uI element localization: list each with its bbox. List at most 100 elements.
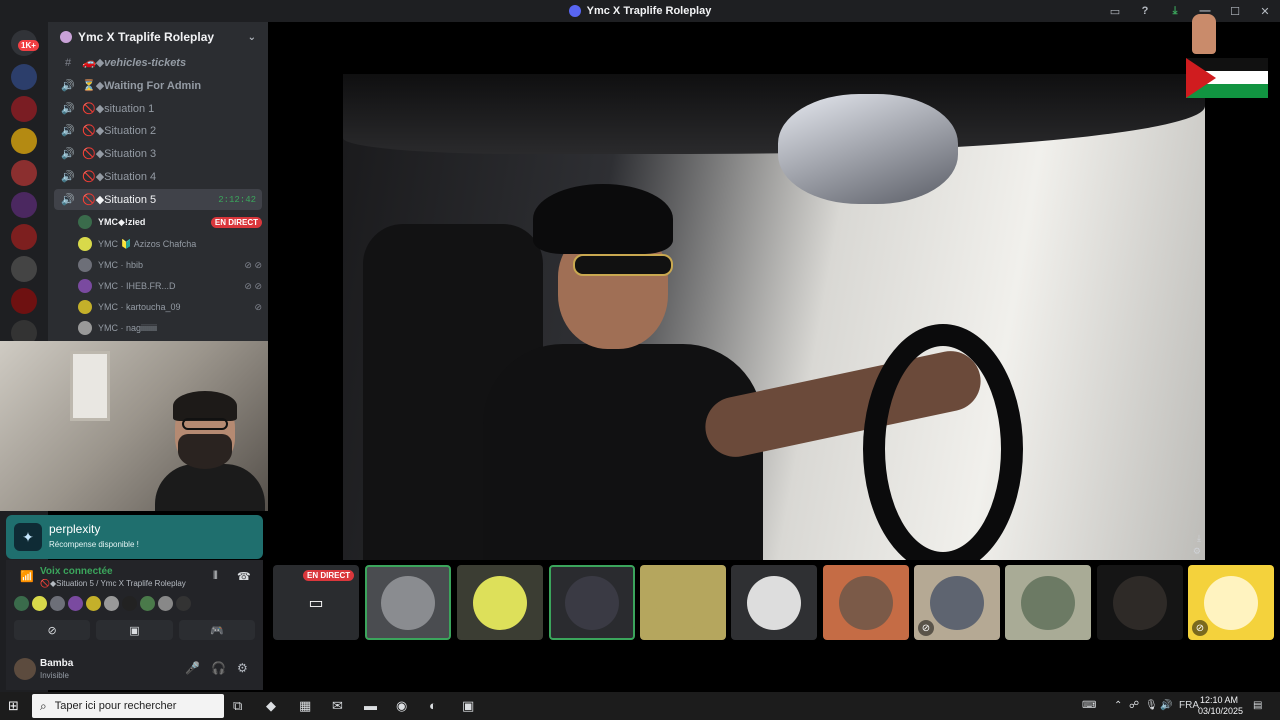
username[interactable]: Bamba bbox=[40, 658, 73, 669]
noise-suppression-icon[interactable]: ⦀ bbox=[213, 570, 218, 583]
voice-user[interactable]: YMC · nagiiiiiiii bbox=[78, 318, 262, 338]
participant-tile[interactable]: ⊘ bbox=[914, 565, 1000, 640]
notifications-icon[interactable]: ▤ bbox=[1253, 700, 1262, 711]
store-icon[interactable]: ▦ bbox=[299, 698, 311, 714]
avatar bbox=[1204, 575, 1258, 630]
signal-icon: 📶 bbox=[20, 571, 34, 583]
server-icon[interactable] bbox=[11, 128, 37, 154]
microphone-icon[interactable]: 🎙 bbox=[1145, 700, 1158, 711]
language-indicator[interactable]: FRA bbox=[1179, 700, 1199, 711]
keyboard-icon[interactable]: ⌨ bbox=[1082, 700, 1096, 711]
server-icon[interactable] bbox=[11, 160, 37, 186]
avatar bbox=[158, 596, 173, 611]
copilot-icon[interactable]: ◆ bbox=[266, 698, 276, 714]
avatar bbox=[122, 596, 137, 611]
avatar bbox=[381, 575, 435, 630]
server-icon[interactable] bbox=[11, 96, 37, 122]
channel-item[interactable]: 🔊 🚫◆situation 1 bbox=[54, 98, 262, 119]
server-icon[interactable] bbox=[11, 192, 37, 218]
gear-icon[interactable]: ⚙ bbox=[237, 661, 248, 675]
channel-item-active[interactable]: 🔊 🚫◆Situation 5 2:12:42 bbox=[54, 189, 262, 210]
microphone-icon[interactable]: 🎤 bbox=[185, 661, 200, 675]
discord-taskbar-icon[interactable]: ◐ bbox=[429, 698, 437, 713]
muted-icon: ⊘ bbox=[254, 301, 262, 312]
app-icon[interactable]: ▣ bbox=[462, 698, 474, 714]
live-badge: EN DIRECT bbox=[303, 570, 355, 581]
voice-location[interactable]: 🚫◆Situation 5 / Ymc X Traplife Roleplay bbox=[40, 579, 186, 588]
participant-tile[interactable]: ⊘ bbox=[1188, 565, 1274, 640]
file-explorer-icon[interactable]: ▬ bbox=[364, 698, 377, 713]
hash-icon: # bbox=[64, 56, 72, 69]
voice-status[interactable]: Voix connectée bbox=[40, 566, 113, 577]
windows-start-icon[interactable]: ⊞ bbox=[8, 698, 19, 714]
server-icon[interactable] bbox=[11, 288, 37, 314]
download-icon[interactable]: ⤓ bbox=[1197, 533, 1201, 544]
help-icon[interactable]: ? bbox=[1130, 5, 1160, 17]
participant-tile[interactable] bbox=[640, 565, 726, 640]
guild-header[interactable]: Ymc X Traplife Roleplay ⌄ bbox=[48, 22, 268, 52]
channel-item[interactable]: 🔊 🚫◆Situation 3 bbox=[54, 143, 262, 164]
avatar[interactable] bbox=[14, 658, 36, 680]
speaker-icon: 🔊 bbox=[61, 125, 75, 137]
channel-item[interactable]: 🔊 🚫◆Situation 4 bbox=[54, 166, 262, 187]
disconnect-icon[interactable]: ☎ bbox=[237, 570, 251, 583]
avatar bbox=[68, 596, 83, 611]
stream-tile[interactable]: EN DIRECT ▭ bbox=[273, 565, 359, 640]
taskbar-search[interactable]: ⌕ Taper ici pour rechercher bbox=[32, 694, 224, 718]
voice-user[interactable]: YMC 🔰 Azizos Chafcha bbox=[78, 234, 262, 254]
server-icon[interactable] bbox=[11, 256, 37, 282]
search-placeholder: Taper ici pour rechercher bbox=[54, 700, 177, 712]
user-status: Invisible bbox=[40, 671, 69, 680]
settings-icon[interactable]: ⚙ bbox=[1193, 546, 1201, 557]
server-icon[interactable] bbox=[11, 64, 37, 90]
avatar bbox=[1113, 575, 1167, 630]
server-icon[interactable] bbox=[11, 224, 37, 250]
edge-icon[interactable]: ◉ bbox=[396, 698, 407, 714]
participant-strip: EN DIRECT ▭ ⊘ ⊘ bbox=[273, 565, 1275, 640]
chevron-down-icon[interactable]: ⌄ bbox=[248, 32, 256, 43]
participant-tile[interactable] bbox=[549, 565, 635, 640]
clock[interactable]: 12:10 AM 03/10/2025 bbox=[1198, 695, 1243, 717]
channel-item[interactable]: 🔊 ⏳◆Waiting For Admin bbox=[54, 75, 262, 96]
outlook-icon[interactable]: ✉ bbox=[332, 698, 343, 714]
inbox-icon[interactable]: ▭ bbox=[1100, 5, 1130, 18]
main-stream-video[interactable]: ⤓ ⚙ bbox=[343, 74, 1205, 560]
activity-button[interactable]: 🎮 bbox=[178, 620, 255, 640]
avatar bbox=[104, 596, 119, 611]
download-icon[interactable]: ⤓ bbox=[1160, 5, 1190, 18]
task-view-icon[interactable]: ⧉ bbox=[233, 698, 242, 714]
participant-tile[interactable] bbox=[823, 565, 909, 640]
headphones-icon[interactable]: 🎧 bbox=[211, 661, 226, 675]
avatar bbox=[747, 575, 801, 630]
close-button[interactable]: ✕ bbox=[1250, 5, 1280, 18]
maximize-button[interactable]: ☐ bbox=[1220, 5, 1250, 18]
background-window bbox=[70, 351, 110, 421]
participant-tile[interactable] bbox=[731, 565, 817, 640]
avatar bbox=[656, 575, 710, 630]
participant-tile[interactable] bbox=[1005, 565, 1091, 640]
participant-tile[interactable] bbox=[457, 565, 543, 640]
fist-icon bbox=[1192, 14, 1216, 54]
channel-item[interactable]: # 🚗◆vehicles-tickets bbox=[54, 52, 262, 73]
volume-icon[interactable]: 🔊 bbox=[1160, 700, 1172, 711]
voice-user[interactable]: YMC · hbib ⊘ ⊘ bbox=[78, 255, 262, 275]
voice-user[interactable]: YMC · kartoucha_09 ⊘ bbox=[78, 297, 262, 317]
channel-item[interactable]: 🔊 🚫◆Situation 2 bbox=[54, 120, 262, 141]
avatar bbox=[930, 575, 984, 630]
voice-panel: 📶 Voix connectée 🚫◆Situation 5 / Ymc X T… bbox=[6, 560, 263, 650]
voice-user[interactable]: YMC◆!zied EN DIRECT bbox=[78, 212, 262, 232]
muted-icon: ⊘ bbox=[1192, 620, 1208, 636]
promo-card[interactable]: ✦ perplexity Récompense disponible ! bbox=[6, 515, 263, 559]
screen-share-button[interactable]: ▣ bbox=[96, 620, 173, 640]
network-icon[interactable]: ☍ bbox=[1129, 700, 1139, 711]
driver bbox=[463, 184, 763, 560]
speaker-icon: 🔊 bbox=[61, 171, 75, 183]
voice-user[interactable]: YMC · IHEB.FR...D ⊘ ⊘ bbox=[78, 276, 262, 296]
avatar bbox=[14, 596, 29, 611]
participant-tile[interactable] bbox=[1097, 565, 1183, 640]
participant-tile[interactable] bbox=[365, 565, 451, 640]
windows-taskbar: ⊞ ⌕ Taper ici pour rechercher ⧉ ◆ ▦ ✉ ▬ … bbox=[0, 692, 1280, 720]
steering-wheel bbox=[863, 324, 1023, 560]
video-off-button[interactable]: ⊘ bbox=[14, 620, 91, 640]
chevron-up-icon[interactable]: ⌃ bbox=[1114, 700, 1122, 711]
